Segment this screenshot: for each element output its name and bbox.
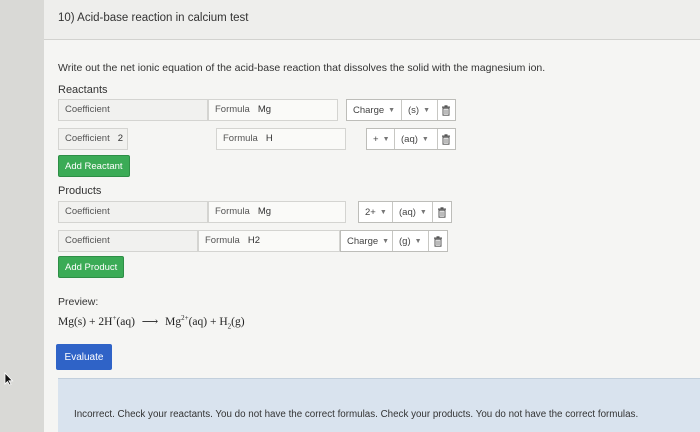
reactant-2-coefficient-field[interactable]: Coefficient 2 [58, 128, 128, 150]
reactant-1-coefficient-field[interactable]: Coefficient [58, 99, 208, 121]
reactant-1-formula-field[interactable]: Formula Mg [208, 99, 338, 121]
preview-state: (aq) [188, 316, 208, 328]
question-title: 10) Acid-base reaction in calcium test [58, 12, 249, 24]
product-row: Coefficient Formula H2 Charge ▼ (g) ▼ [58, 230, 458, 252]
product-2-tools: Charge ▼ (g) ▼ [340, 230, 448, 252]
caret-down-icon: ▼ [423, 106, 431, 114]
preview-state: (aq) [116, 316, 135, 328]
mouse-cursor-icon [4, 372, 14, 391]
state-value: (aq) [401, 133, 418, 145]
caret-down-icon: ▼ [419, 208, 427, 216]
charge-dropdown[interactable]: Charge ▼ [347, 100, 402, 120]
reactant-1-tools: Charge ▼ (s) ▼ [346, 99, 456, 121]
coefficient-label: Coefficient [65, 206, 110, 217]
formula-value: Mg [257, 104, 272, 115]
formula-label: Formula [205, 235, 240, 246]
state-dropdown[interactable]: (aq) ▼ [393, 202, 433, 222]
caret-down-icon: ▼ [414, 237, 422, 245]
reactant-row: Coefficient Formula Mg Charge ▼ (s) ▼ [58, 99, 458, 121]
preview-product-2: H [219, 316, 228, 328]
formula-value: H [265, 133, 273, 144]
state-value: (aq) [399, 206, 416, 218]
question-instruction: Write out the net ionic equation of the … [58, 62, 546, 74]
caret-down-icon: ▼ [379, 208, 387, 216]
preview-label: Preview: [58, 296, 99, 308]
feedback-box: Incorrect. Check your reactants. You do … [58, 378, 700, 432]
add-product-button[interactable]: Add Product [58, 256, 125, 278]
caret-down-icon: ▼ [421, 135, 429, 143]
question-panel: 10) Acid-base reaction in calcium test W… [44, 0, 700, 432]
formula-value: Mg [257, 206, 272, 217]
preview-plus: + [89, 316, 96, 328]
preview-reactant-1: Mg(s) [58, 316, 87, 328]
formula-label: Formula [223, 133, 258, 144]
product-row: Coefficient Formula Mg 2+ ▼ (aq) ▼ [58, 201, 458, 223]
product-1-formula-field[interactable]: Formula Mg [208, 201, 346, 223]
trash-icon[interactable] [429, 231, 447, 251]
coefficient-label: Coefficient [65, 104, 110, 115]
formula-value: H2 [247, 235, 260, 246]
charge-value: Charge [353, 104, 385, 116]
charge-dropdown[interactable]: Charge ▼ [341, 231, 393, 251]
preview-plus: + [209, 316, 217, 328]
formula-label: Formula [215, 206, 250, 217]
evaluate-button[interactable]: Evaluate [56, 344, 112, 370]
state-dropdown[interactable]: (aq) ▼ [395, 129, 438, 149]
state-dropdown[interactable]: (g) ▼ [393, 231, 429, 251]
trash-icon[interactable] [433, 202, 451, 222]
trash-icon[interactable] [438, 100, 455, 120]
coefficient-value: 2 [117, 133, 124, 144]
add-reactant-button[interactable]: Add Reactant [58, 155, 130, 177]
state-value: (s) [408, 104, 420, 116]
charge-dropdown[interactable]: + ▼ [367, 129, 395, 149]
caret-down-icon: ▼ [382, 237, 390, 245]
state-value: (g) [399, 235, 411, 247]
reactant-row: Coefficient 2 Formula H + ▼ (aq) ▼ [58, 128, 458, 150]
preview-equation: Mg(s) + 2H+(aq) ⟶ Mg2+(aq) + H2(g) [58, 314, 245, 330]
state-dropdown[interactable]: (s) ▼ [402, 100, 438, 120]
charge-dropdown[interactable]: 2+ ▼ [359, 202, 393, 222]
charge-value: 2+ [365, 206, 376, 218]
feedback-text: Incorrect. Check your reactants. You do … [74, 409, 639, 420]
product-1-coefficient-field[interactable]: Coefficient [58, 201, 208, 223]
reactant-2-tools: + ▼ (aq) ▼ [366, 128, 456, 150]
charge-value: + [373, 133, 379, 145]
trash-icon[interactable] [438, 129, 455, 149]
preview-product-1: Mg [165, 316, 182, 328]
formula-label: Formula [215, 104, 250, 115]
reactants-label: Reactants [58, 84, 108, 96]
charge-value: Charge [347, 235, 379, 247]
caret-down-icon: ▼ [388, 106, 396, 114]
product-2-coefficient-field[interactable]: Coefficient [58, 230, 198, 252]
question-header: 10) Acid-base reaction in calcium test [44, 0, 700, 40]
coefficient-label: Coefficient [65, 235, 110, 246]
coefficient-label: Coefficient [65, 133, 110, 144]
reactant-2-formula-field[interactable]: Formula H [216, 128, 346, 150]
products-label: Products [58, 185, 102, 197]
product-1-tools: 2+ ▼ (aq) ▼ [358, 201, 452, 223]
preview-state: (g) [231, 316, 245, 328]
preview-charge: 2+ [181, 314, 189, 323]
reaction-arrow-icon: ⟶ [141, 316, 159, 328]
product-2-formula-field[interactable]: Formula H2 [198, 230, 340, 252]
caret-down-icon: ▼ [382, 135, 390, 143]
